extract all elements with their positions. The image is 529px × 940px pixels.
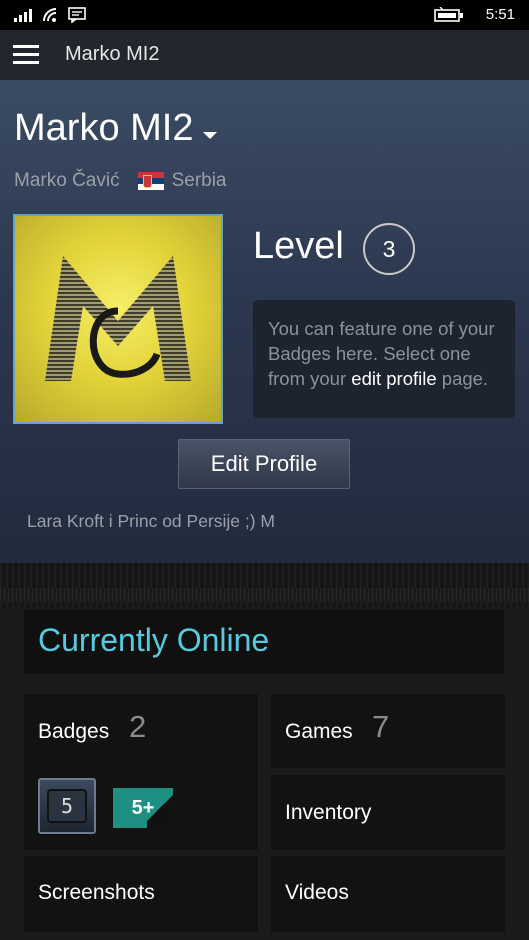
- edit-profile-link[interactable]: edit profile: [351, 368, 436, 389]
- real-name: Marko Čavić: [14, 170, 120, 191]
- divider-texture: [0, 588, 529, 602]
- screenshots-label: Screenshots: [38, 881, 155, 904]
- online-status-panel: Currently Online: [24, 610, 504, 674]
- profile-summary: Lara Kroft i Princ od Persije ;) M: [27, 511, 275, 531]
- status-bar: 5:51: [0, 0, 529, 30]
- real-name-location: Marko Čavić Serbia: [14, 170, 227, 192]
- badge-5-plus-icon[interactable]: 5+: [113, 788, 173, 828]
- message-icon: [68, 7, 86, 23]
- country-name: Serbia: [171, 170, 227, 191]
- badges-tile[interactable]: Badges 2 5 5+: [24, 694, 258, 850]
- chevron-down-icon: [203, 132, 218, 139]
- menu-icon[interactable]: [13, 45, 39, 65]
- badges-count: 2: [129, 709, 147, 744]
- persona-name: Marko MI2: [14, 107, 194, 149]
- level-badge: 3: [363, 223, 415, 275]
- videos-label: Videos: [285, 881, 349, 904]
- badge-level-5-icon[interactable]: 5: [38, 778, 96, 834]
- profile-header: Marko MI2 Marko Čavić Serbia Level 3 You…: [0, 80, 529, 563]
- badges-label: Badges: [38, 720, 110, 743]
- signal-icon: [14, 9, 32, 22]
- inventory-label: Inventory: [285, 801, 372, 824]
- online-status: Currently Online: [38, 622, 270, 658]
- serbia-flag-icon: [137, 172, 164, 190]
- clock: 5:51: [485, 6, 515, 23]
- wifi-icon: [43, 8, 57, 22]
- battery-icon: [433, 6, 463, 22]
- avatar[interactable]: [13, 214, 223, 424]
- screenshots-tile[interactable]: Screenshots: [24, 856, 258, 932]
- app-bar: Marko MI2: [0, 30, 529, 80]
- persona-name-dropdown[interactable]: Marko MI2: [14, 107, 218, 150]
- featured-badge-text: You can feature one of your Badges here.…: [268, 318, 495, 389]
- videos-tile[interactable]: Videos: [271, 856, 505, 932]
- featured-badge-box: You can feature one of your Badges here.…: [253, 300, 515, 418]
- page-title: Marko MI2: [65, 43, 160, 65]
- games-label: Games: [285, 720, 353, 743]
- games-tile[interactable]: Games 7: [271, 694, 505, 768]
- edit-profile-button[interactable]: Edit Profile: [178, 439, 350, 489]
- level-label: Level: [253, 225, 344, 267]
- inventory-tile[interactable]: Inventory: [271, 775, 505, 850]
- games-count: 7: [372, 709, 390, 744]
- level-value: 3: [382, 235, 396, 262]
